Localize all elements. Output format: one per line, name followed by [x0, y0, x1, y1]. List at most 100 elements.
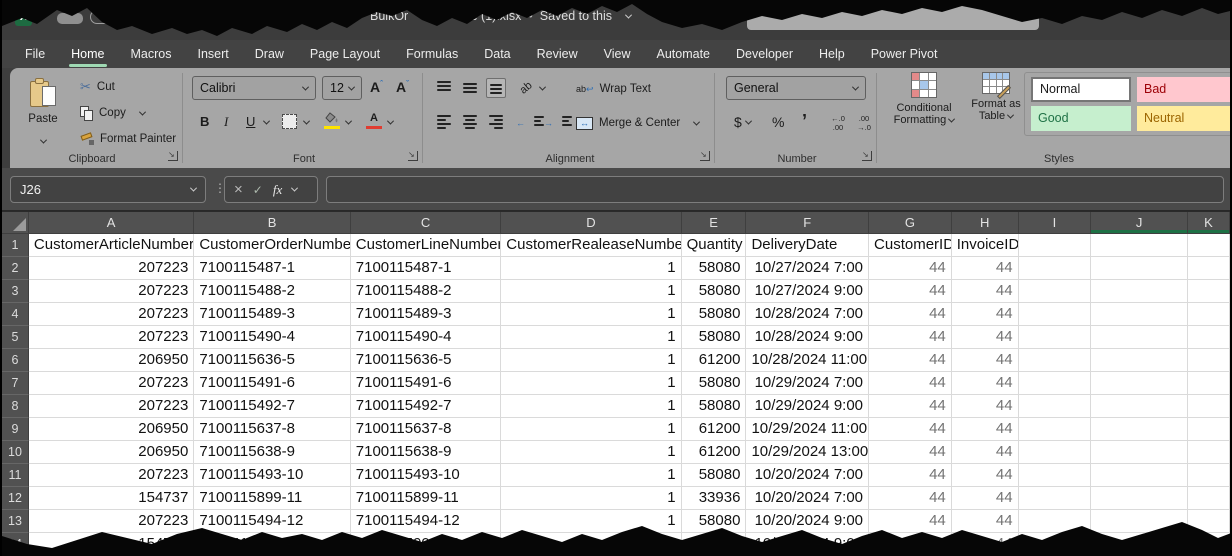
- row-header-10[interactable]: 10: [2, 441, 29, 464]
- cell-A13[interactable]: 207223: [29, 510, 194, 533]
- cell-K14[interactable]: [1188, 533, 1230, 556]
- cancel-icon[interactable]: ×: [234, 181, 243, 198]
- tab-insert[interactable]: Insert: [184, 40, 241, 68]
- row-header-13[interactable]: 13: [2, 510, 29, 533]
- orientation-button[interactable]: ab: [520, 82, 545, 94]
- alignment-dialog-launcher[interactable]: ↘: [700, 151, 710, 161]
- percent-style-button[interactable]: %: [772, 114, 784, 130]
- cell-C3[interactable]: 7100115488-2: [351, 280, 501, 303]
- align-top-button[interactable]: [434, 78, 454, 98]
- cell-F7[interactable]: 10/29/2024 7:00: [746, 372, 869, 395]
- tab-review[interactable]: Review: [524, 40, 591, 68]
- cell-D4[interactable]: 1: [501, 303, 681, 326]
- autosave-toggle-remnant[interactable]: [90, 10, 120, 24]
- cell-F9[interactable]: 10/29/2024 11:00: [746, 418, 869, 441]
- column-header-J[interactable]: J: [1091, 212, 1188, 234]
- style-normal[interactable]: Normal: [1031, 77, 1131, 102]
- cell-B5[interactable]: 7100115490-4: [194, 326, 350, 349]
- cell-C5[interactable]: 7100115490-4: [351, 326, 501, 349]
- cell-B6[interactable]: 7100115636-5: [194, 349, 350, 372]
- number-format-combo[interactable]: General: [726, 76, 866, 100]
- cell-D9[interactable]: 1: [501, 418, 681, 441]
- cell-E14[interactable]: 33936: [682, 533, 747, 556]
- chevron-down-icon[interactable]: [263, 118, 270, 125]
- cell-J9[interactable]: [1091, 418, 1188, 441]
- column-header-F[interactable]: F: [746, 212, 869, 234]
- cell-I7[interactable]: [1019, 372, 1092, 395]
- underline-button[interactable]: U: [246, 114, 255, 129]
- select-all-corner[interactable]: [2, 212, 29, 234]
- cell-H8[interactable]: 44: [952, 395, 1019, 418]
- column-header-B[interactable]: B: [194, 212, 350, 234]
- row-header-9[interactable]: 9: [2, 418, 29, 441]
- cell-K7[interactable]: [1188, 372, 1230, 395]
- bold-button[interactable]: B: [200, 114, 209, 129]
- cell-C2[interactable]: 7100115487-1: [351, 257, 501, 280]
- cell-J4[interactable]: [1091, 303, 1188, 326]
- column-header-H[interactable]: H: [952, 212, 1019, 234]
- column-header-D[interactable]: D: [501, 212, 681, 234]
- cell-I12[interactable]: [1019, 487, 1092, 510]
- align-left-button[interactable]: [434, 112, 454, 132]
- column-header-C[interactable]: C: [351, 212, 501, 234]
- cell-I1[interactable]: [1019, 234, 1092, 257]
- cell-B7[interactable]: 7100115491-6: [194, 372, 350, 395]
- cell-J3[interactable]: [1091, 280, 1188, 303]
- tab-help[interactable]: Help: [806, 40, 858, 68]
- increase-decimal-button[interactable]: ←.0.00: [826, 114, 850, 134]
- cell-C14[interactable]: 7100115900-13: [351, 533, 501, 556]
- align-middle-button[interactable]: [460, 78, 480, 98]
- cell-A3[interactable]: 207223: [29, 280, 194, 303]
- tab-home[interactable]: Home: [58, 40, 117, 68]
- cell-H1[interactable]: InvoiceID: [952, 234, 1019, 257]
- cell-A12[interactable]: 154737: [29, 487, 194, 510]
- cell-D1[interactable]: CustomerRealeaseNumber: [501, 234, 681, 257]
- row-header-12[interactable]: 12: [2, 487, 29, 510]
- copy-button[interactable]: Copy: [80, 102, 145, 124]
- cell-H2[interactable]: 44: [952, 257, 1019, 280]
- cell-J14[interactable]: [1091, 533, 1188, 556]
- cell-H9[interactable]: 44: [952, 418, 1019, 441]
- align-center-button[interactable]: [460, 112, 480, 132]
- cell-G10[interactable]: 44: [869, 441, 952, 464]
- cell-G6[interactable]: 44: [869, 349, 952, 372]
- cell-K9[interactable]: [1188, 418, 1230, 441]
- cell-D2[interactable]: 1: [501, 257, 681, 280]
- cell-J13[interactable]: [1091, 510, 1188, 533]
- tab-automate[interactable]: Automate: [644, 40, 724, 68]
- font-name-combo[interactable]: Calibri: [192, 76, 316, 100]
- cell-G11[interactable]: 44: [869, 464, 952, 487]
- cell-I5[interactable]: [1019, 326, 1092, 349]
- column-header-G[interactable]: G: [869, 212, 952, 234]
- cell-B1[interactable]: CustomerOrderNumber: [194, 234, 350, 257]
- cell-E7[interactable]: 58080: [682, 372, 747, 395]
- row-header-7[interactable]: 7: [2, 372, 29, 395]
- cell-B11[interactable]: 7100115493-10: [194, 464, 350, 487]
- cell-G9[interactable]: 44: [869, 418, 952, 441]
- cell-D6[interactable]: 1: [501, 349, 681, 372]
- row-header-8[interactable]: 8: [2, 395, 29, 418]
- cell-E4[interactable]: 58080: [682, 303, 747, 326]
- enter-icon[interactable]: ✓: [253, 183, 263, 197]
- cell-A6[interactable]: 206950: [29, 349, 194, 372]
- cell-D11[interactable]: 1: [501, 464, 681, 487]
- cell-G7[interactable]: 44: [869, 372, 952, 395]
- cell-I2[interactable]: [1019, 257, 1092, 280]
- column-header-A[interactable]: A: [29, 212, 194, 234]
- decrease-indent-button[interactable]: ←: [516, 112, 546, 134]
- cell-E5[interactable]: 58080: [682, 326, 747, 349]
- cell-I14[interactable]: [1019, 533, 1092, 556]
- chevron-down-icon[interactable]: [303, 118, 310, 125]
- cell-H14[interactable]: 44: [952, 533, 1019, 556]
- cell-E6[interactable]: 61200: [682, 349, 747, 372]
- cell-H3[interactable]: 44: [952, 280, 1019, 303]
- number-dialog-launcher[interactable]: ↘: [862, 151, 872, 161]
- cell-D3[interactable]: 1: [501, 280, 681, 303]
- style-bad[interactable]: Bad: [1137, 77, 1232, 102]
- cell-F12[interactable]: 10/20/2024 7:00: [746, 487, 869, 510]
- cut-button[interactable]: ✂ Cut: [80, 76, 115, 98]
- row-header-6[interactable]: 6: [2, 349, 29, 372]
- cell-F2[interactable]: 10/27/2024 7:00: [746, 257, 869, 280]
- cell-I10[interactable]: [1019, 441, 1092, 464]
- decrease-decimal-button[interactable]: .00→.0: [852, 114, 876, 134]
